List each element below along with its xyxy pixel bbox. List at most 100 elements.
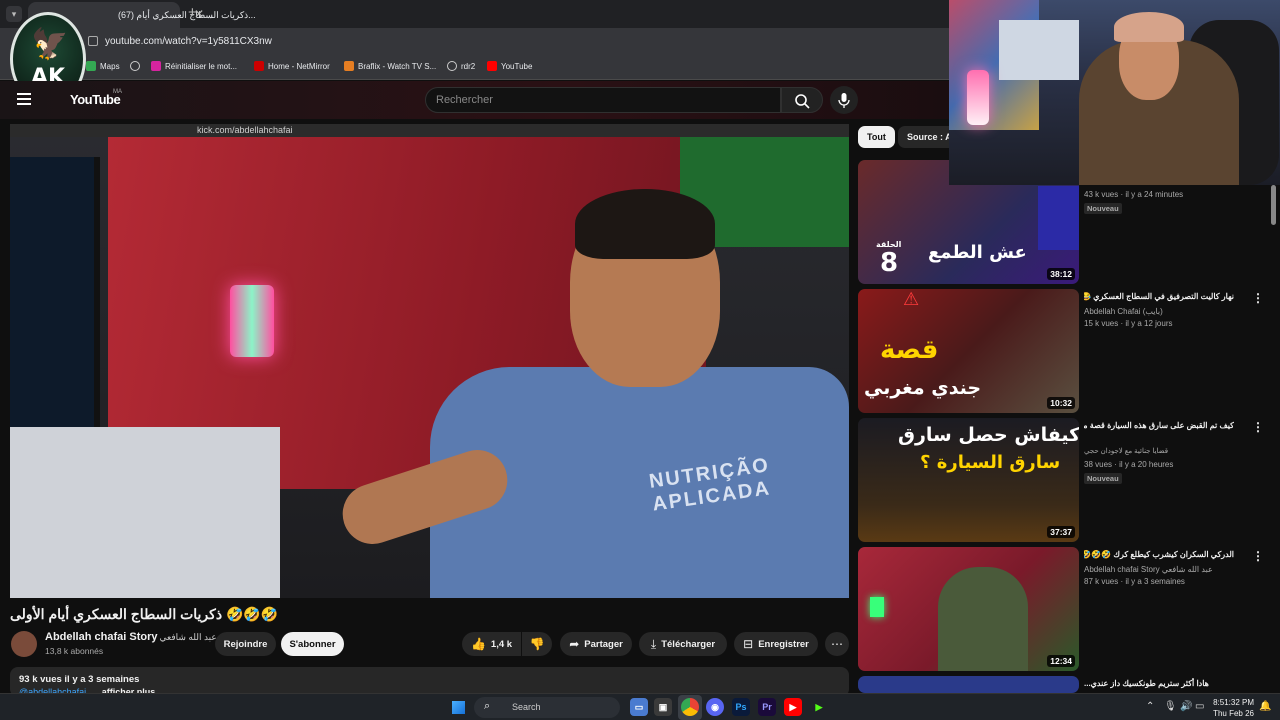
kick-icon[interactable]: ▶ bbox=[810, 698, 828, 716]
rgb-microphone bbox=[230, 285, 274, 357]
video-thumbnail[interactable] bbox=[858, 676, 1079, 693]
video-thumbnail[interactable]: كيفاش حصل سارق سارق السيارة ؟ 37:37 bbox=[858, 418, 1079, 542]
thumbnail-text: قصة bbox=[880, 335, 939, 365]
photoshop-icon[interactable]: Ps bbox=[732, 698, 750, 716]
more-horizontal-icon: ⋯ bbox=[831, 637, 843, 651]
recommendation-item[interactable]: كيفاش حصل سارق سارق السيارة ؟ 37:37 كيف … bbox=[858, 418, 1264, 542]
netmirror-icon bbox=[254, 61, 264, 71]
join-button[interactable]: Rejoindre bbox=[215, 632, 276, 656]
recommendation-item[interactable]: هادا أكثر ستريم طونكسيك داز عندي... bbox=[858, 676, 1238, 693]
bookmark-braflix[interactable]: Braflix - Watch TV S... bbox=[344, 61, 436, 71]
download-button[interactable]: ⤓ Télécharger bbox=[639, 632, 727, 656]
globe-icon bbox=[447, 61, 457, 71]
video-duration: 12:34 bbox=[1047, 655, 1075, 667]
thumbnail-subtext: الحلقة bbox=[876, 240, 902, 249]
channel-name[interactable]: قضايا جنائية مع لاجودان حجي bbox=[1084, 447, 1168, 455]
search-input[interactable]: Rechercher bbox=[425, 87, 781, 113]
video-title[interactable]: كيف تم القبض على سارق هذه السيارة قصة مش… bbox=[1084, 420, 1234, 431]
video-title[interactable]: نهار كاليت التصرفيق في السطاج العسكري 😂😂 bbox=[1084, 291, 1234, 302]
subscriber-count: 13,8 k abonnés bbox=[45, 646, 104, 656]
channel-avatar[interactable] bbox=[11, 631, 37, 657]
channel-name[interactable]: Abdellah Chafai (بايب) bbox=[1084, 307, 1163, 316]
bookmark-reset-password[interactable]: Réinitialiser le mot... bbox=[151, 61, 237, 71]
sidebar-scrollbar[interactable] bbox=[1271, 185, 1276, 225]
start-icon[interactable] bbox=[452, 701, 465, 714]
chevron-up-icon[interactable]: ⌃ bbox=[1146, 701, 1154, 712]
video-meta: 87 k vues · il y a 3 semaines bbox=[1084, 577, 1185, 586]
video-thumbnail[interactable]: 12:34 bbox=[858, 547, 1079, 671]
youtube-app-icon[interactable]: ▶ bbox=[784, 698, 802, 716]
video-title[interactable]: الدركي السكران كيشرب كيطلع كرك 🤣🤣🤣 bbox=[1084, 549, 1234, 560]
network-icon[interactable]: ▭ bbox=[1195, 701, 1204, 712]
bookmark-rdr2[interactable]: rdr2 bbox=[447, 61, 475, 71]
recommendation-item[interactable]: 12:34 الدركي السكران كيشرب كيطلع كرك 🤣🤣🤣… bbox=[858, 547, 1264, 671]
region-code: MA bbox=[113, 89, 122, 95]
maps-icon bbox=[86, 61, 96, 71]
bookmark-globe[interactable] bbox=[130, 61, 140, 71]
thumbnail-text: عش الطمع bbox=[928, 242, 1027, 263]
chrome-icon[interactable] bbox=[681, 698, 699, 716]
bookmark-icon: ⊟ bbox=[743, 637, 754, 651]
inner-url: kick.com/abdellahchafai bbox=[197, 125, 293, 135]
site-info-icon[interactable] bbox=[88, 36, 98, 46]
video-player[interactable]: kick.com/abdellahchafai NUTRIÇÃO APLICAD… bbox=[10, 124, 849, 598]
save-button[interactable]: ⊟ Enregistrer bbox=[734, 632, 818, 656]
discord-icon[interactable]: ◉ bbox=[706, 698, 724, 716]
dislike-button[interactable]: 👎 bbox=[522, 632, 552, 656]
clock-time: 8:51:32 PM bbox=[1213, 698, 1254, 707]
eagle-icon: 🦅 bbox=[31, 28, 69, 61]
video-title[interactable]: هادا أكثر ستريم طونكسيك داز عندي... bbox=[1084, 678, 1234, 689]
url-field[interactable]: youtube.com/watch?v=1y5811CX3nw bbox=[105, 36, 272, 47]
channel-name[interactable]: Abdellah chafai Story عبد الله شافعي bbox=[1084, 565, 1213, 574]
thumbs-down-icon: 👎 bbox=[529, 637, 545, 651]
address-bar: youtube.com/watch?v=1y5811CX3nw bbox=[0, 28, 950, 55]
recommendation-item[interactable]: ⚠ قصة جندي مغربي 10:32 نهار كاليت التصرف… bbox=[858, 289, 1264, 413]
desk bbox=[10, 427, 280, 598]
voice-search-button[interactable] bbox=[830, 86, 858, 114]
more-vertical-icon[interactable]: ⋮ bbox=[1252, 420, 1264, 434]
bookmark-maps[interactable]: Maps bbox=[86, 61, 120, 71]
file-explorer-icon[interactable]: ▭ bbox=[630, 698, 648, 716]
background-monitor bbox=[999, 20, 1079, 80]
download-icon: ⤓ bbox=[650, 636, 657, 651]
rgb-mic-glow bbox=[870, 597, 884, 617]
globe-icon bbox=[130, 61, 140, 71]
more-actions-button[interactable]: ⋯ bbox=[825, 632, 849, 656]
chip-all[interactable]: Tout bbox=[858, 126, 895, 148]
clock-date: Thu Feb 26 bbox=[1213, 709, 1254, 718]
video-meta: 38 vues · il y a 20 heures bbox=[1084, 460, 1174, 469]
like-button[interactable]: 👍 1,4 k bbox=[462, 632, 521, 656]
premiere-icon[interactable]: Pr bbox=[758, 698, 776, 716]
streamer-cap bbox=[1114, 12, 1184, 42]
notification-bell-icon[interactable]: 🔔 bbox=[1259, 701, 1271, 712]
thumbnail-number: 8 bbox=[880, 248, 899, 278]
share-button[interactable]: ➦ Partager bbox=[560, 632, 632, 656]
store-icon[interactable]: ▣ bbox=[654, 698, 672, 716]
bookmark-netmirror[interactable]: Home - NetMirror bbox=[254, 61, 330, 71]
video-duration: 38:12 bbox=[1047, 268, 1075, 280]
search-button[interactable] bbox=[781, 87, 823, 113]
taskbar-search[interactable]: ⌕ Search bbox=[474, 697, 620, 718]
channel-name[interactable]: Abdellah chafai Story عبد الله شافعي bbox=[45, 631, 217, 643]
video-meta: 15 k vues · il y a 12 jours bbox=[1084, 319, 1173, 328]
video-thumbnail[interactable]: ⚠ قصة جندي مغربي 10:32 bbox=[858, 289, 1079, 413]
bookmark-youtube[interactable]: YouTube bbox=[487, 61, 532, 71]
tab-list-dropdown-icon[interactable]: ▾ bbox=[6, 6, 22, 22]
menu-icon[interactable] bbox=[17, 93, 31, 105]
system-clock[interactable]: 8:51:32 PM Thu Feb 26 bbox=[1210, 697, 1254, 719]
tab-title: (67) ذكريات السطاج العسكري أيام... bbox=[118, 10, 256, 20]
channel-name-arabic: عبد الله شافعي bbox=[159, 632, 217, 642]
mic-icon bbox=[838, 93, 850, 108]
more-vertical-icon[interactable]: ⋮ bbox=[1252, 291, 1264, 305]
volume-icon[interactable]: 🔊 bbox=[1180, 701, 1192, 712]
thumbs-up-icon: 👍 bbox=[470, 637, 486, 651]
thumbnail-text: كيفاش حصل سارق bbox=[898, 424, 1079, 446]
soldier-figure bbox=[938, 567, 1028, 671]
new-tab-icon[interactable]: + bbox=[188, 4, 197, 21]
inner-browser-bar: kick.com/abdellahchafai bbox=[10, 124, 849, 137]
video-duration: 37:37 bbox=[1047, 526, 1075, 538]
mic-tray-icon[interactable]: 🎙 bbox=[1164, 701, 1177, 712]
subscribe-button[interactable]: S'abonner bbox=[281, 632, 344, 656]
more-vertical-icon[interactable]: ⋮ bbox=[1252, 549, 1264, 563]
instagram-icon bbox=[151, 61, 161, 71]
